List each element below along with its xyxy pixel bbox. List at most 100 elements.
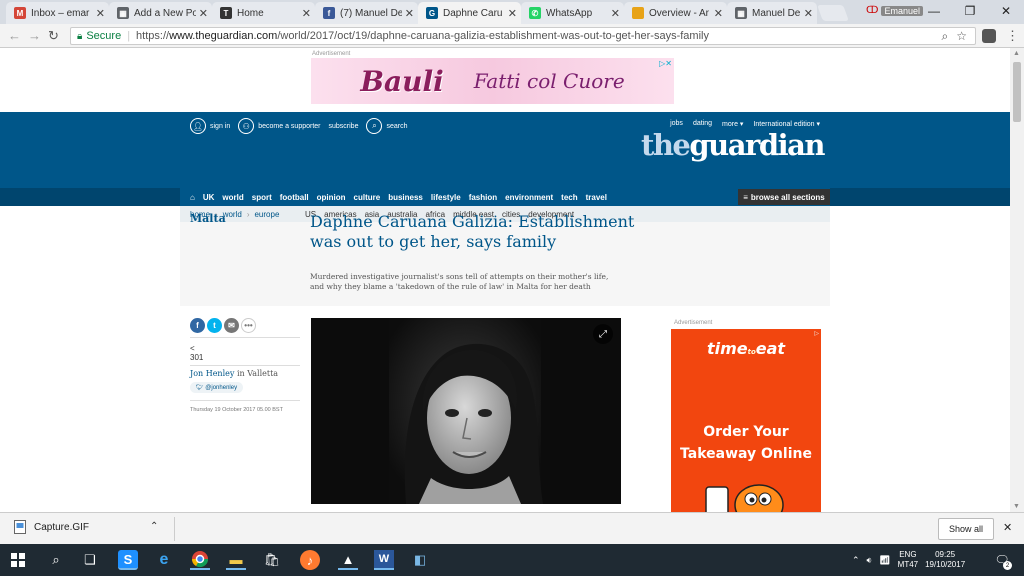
new-tab-button[interactable]: [817, 5, 849, 21]
skype-icon[interactable]: S: [118, 550, 138, 570]
page-scrollbar[interactable]: ▲ ▼: [1010, 48, 1024, 512]
word-icon[interactable]: W: [374, 550, 394, 570]
language-indicator[interactable]: ENG MT47: [898, 550, 918, 570]
chrome-icon[interactable]: [190, 550, 210, 570]
nav-fashion[interactable]: fashion: [469, 193, 497, 202]
minimize-icon[interactable]: —: [916, 0, 952, 22]
author-link[interactable]: Jon Henley: [190, 369, 234, 378]
tab-manuel-delia[interactable]: ▦ Manuel Delia ✕: [727, 2, 817, 24]
store-icon[interactable]: 🛍︎: [262, 550, 282, 570]
facebook-share-icon[interactable]: f: [190, 318, 205, 333]
nav-opinion[interactable]: opinion: [317, 193, 346, 202]
scroll-down-icon[interactable]: ▼: [1013, 503, 1020, 510]
home-icon[interactable]: ⌂: [190, 193, 195, 202]
article-main-image[interactable]: ⤢: [311, 318, 621, 504]
share-count-value: 301: [190, 353, 204, 362]
forward-icon[interactable]: →: [28, 28, 41, 43]
back-icon[interactable]: ←: [8, 28, 21, 43]
maximize-icon[interactable]: ❐: [952, 0, 988, 22]
close-icon[interactable]: ✕: [714, 7, 723, 20]
show-all-button[interactable]: Show all: [938, 518, 994, 540]
expand-icon[interactable]: ⤢: [593, 324, 613, 344]
task-view-icon[interactable]: ❏: [80, 550, 100, 570]
section-label[interactable]: Malta: [190, 212, 226, 225]
chevron-up-icon[interactable]: ⌃: [852, 555, 860, 566]
side-ad[interactable]: ▷ timetoeat Order Your Takeaway Online: [671, 329, 821, 512]
scroll-up-icon[interactable]: ▲: [1013, 50, 1020, 57]
extension-icon[interactable]: [982, 29, 996, 43]
nav-uk[interactable]: UK: [203, 193, 215, 202]
subscribe-link[interactable]: subscribe: [329, 123, 359, 130]
zoom-icon[interactable]: ⌕: [942, 29, 949, 44]
close-icon[interactable]: ✕: [611, 7, 620, 20]
close-window-icon[interactable]: ✕: [988, 0, 1024, 22]
nav-culture[interactable]: culture: [354, 193, 381, 202]
close-icon[interactable]: ✕: [199, 7, 208, 20]
guardian-logo[interactable]: theguardian: [641, 128, 826, 162]
nav-world[interactable]: world: [222, 193, 243, 202]
ad-slogan: Fatti col Cuore: [473, 69, 625, 93]
lock-icon: 🔒︎: [77, 30, 83, 42]
nav-sport[interactable]: sport: [252, 193, 272, 202]
tab-add-new-post[interactable]: ▦ Add a New Po ✕: [109, 2, 212, 24]
file-explorer-icon[interactable]: ▬: [226, 550, 246, 570]
tab-inbox[interactable]: M Inbox – emar ✕: [6, 2, 109, 24]
adchoices-icon[interactable]: ▷✕: [659, 59, 672, 68]
web-page: Advertisement Bauli Fatti col Cuore ▷✕ 👤…: [0, 48, 1010, 512]
sign-in-link[interactable]: 👤︎ sign in: [190, 118, 230, 134]
email-share-icon[interactable]: ✉: [224, 318, 239, 333]
photos-icon[interactable]: ▲: [338, 550, 358, 570]
dating-link[interactable]: dating: [693, 120, 712, 128]
nav-tech[interactable]: tech: [561, 193, 577, 202]
more-share-icon[interactable]: •••: [241, 318, 256, 333]
site-header: 👤︎ sign in ⚇ become a supporter subscribe …: [0, 112, 1010, 188]
notifications-icon[interactable]: 🗨︎ 2: [992, 550, 1012, 570]
close-icon[interactable]: ✕: [1003, 521, 1012, 534]
tab-whatsapp[interactable]: ✆ WhatsApp ✕: [521, 2, 624, 24]
url-input[interactable]: 🔒︎ Secure | https://www.theguardian.com/…: [70, 27, 976, 45]
itunes-icon[interactable]: ♪: [300, 550, 320, 570]
close-icon[interactable]: ✕: [405, 7, 414, 20]
reload-icon[interactable]: ↻: [48, 28, 59, 44]
tab-facebook[interactable]: f (7) Manuel De ✕: [315, 2, 418, 24]
browse-all-sections-button[interactable]: ≡ browse all sections: [738, 189, 830, 205]
chevron-up-icon[interactable]: ⌃: [150, 521, 158, 532]
nav-lifestyle[interactable]: lifestyle: [431, 193, 461, 202]
menu-kebab-icon[interactable]: ⋮: [1006, 28, 1019, 44]
jobs-link[interactable]: jobs: [670, 120, 683, 128]
wifi-icon[interactable]: 📶︎: [879, 555, 890, 566]
nav-environment[interactable]: environment: [505, 193, 553, 202]
breadcrumb-europe[interactable]: europe: [254, 210, 279, 219]
app-icon[interactable]: ◧: [410, 550, 430, 570]
volume-icon[interactable]: 🔉︎: [867, 555, 873, 566]
twitter-share-icon[interactable]: t: [207, 318, 222, 333]
become-supporter-link[interactable]: ⚇ become a supporter: [238, 118, 321, 134]
adchoices-icon[interactable]: ▷: [814, 330, 819, 337]
divider: [174, 517, 175, 541]
guardian-icon: G: [426, 7, 438, 19]
nav-business[interactable]: business: [388, 193, 423, 202]
twitter-follow-button[interactable]: 🐦︎ @jonhenley: [190, 382, 244, 393]
edge-icon[interactable]: e: [154, 550, 174, 570]
close-icon[interactable]: ✕: [508, 7, 517, 20]
nav-travel[interactable]: travel: [586, 193, 607, 202]
clock[interactable]: 09:25 19/10/2017: [925, 550, 965, 570]
windows-start-icon[interactable]: [8, 550, 28, 570]
scrollbar-thumb[interactable]: [1013, 62, 1021, 122]
top-banner-ad[interactable]: Bauli Fatti col Cuore ▷✕: [311, 58, 674, 104]
search-icon[interactable]: ⌕: [46, 550, 66, 570]
profile-button[interactable]: ↀ Emanuel: [866, 5, 923, 16]
bookmark-star-icon[interactable]: ☆: [956, 29, 967, 44]
tab-guardian-article[interactable]: G Daphne Caru ✕: [418, 2, 521, 24]
close-icon[interactable]: ✕: [302, 7, 311, 20]
download-item[interactable]: Capture.GIF: [14, 520, 89, 534]
tab-home[interactable]: T Home ✕: [212, 2, 315, 24]
search-link[interactable]: ⌕ search: [366, 118, 407, 134]
close-icon[interactable]: ✕: [96, 7, 105, 20]
close-icon[interactable]: ✕: [804, 7, 813, 20]
nav-football[interactable]: football: [280, 193, 309, 202]
more-link[interactable]: more ▾: [722, 120, 743, 128]
tab-overview[interactable]: Overview - Ar ✕: [624, 2, 727, 24]
tab-label: WhatsApp: [546, 7, 593, 19]
edition-link[interactable]: International edition ▾: [753, 120, 820, 128]
